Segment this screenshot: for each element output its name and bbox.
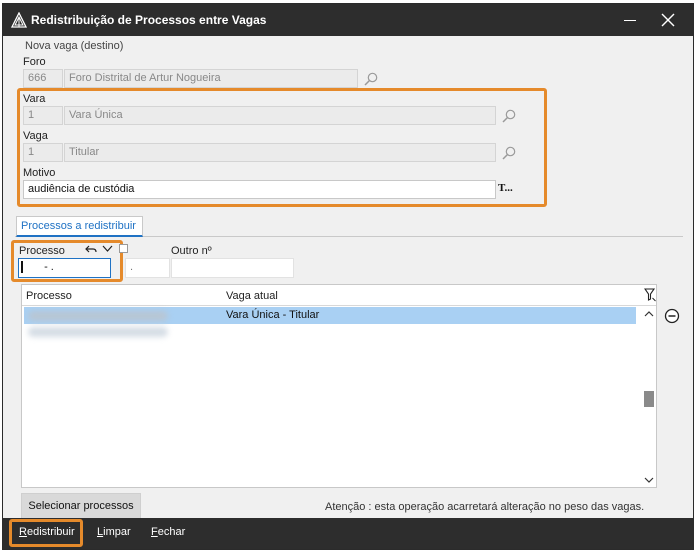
minimize-button[interactable] xyxy=(615,8,645,32)
foro-code-field[interactable]: 666 xyxy=(23,69,63,88)
limpar-button[interactable]: Limpar xyxy=(97,526,131,538)
remove-row-icon[interactable] xyxy=(664,308,680,324)
vara-label: Vara xyxy=(23,93,46,105)
window-title: Redistribuição de Processos entre Vagas xyxy=(31,13,267,27)
scroll-up-arrow-icon[interactable] xyxy=(644,310,654,318)
processo-input[interactable]: - . xyxy=(18,258,111,278)
processos-grid: Processo Vaga atual Vara Única - Titular xyxy=(21,284,657,488)
vara-search-icon[interactable] xyxy=(501,108,517,124)
motivo-input[interactable]: audiência de custódia xyxy=(23,180,496,199)
outro-numero-label: Outro nº xyxy=(171,245,212,257)
filter-icon[interactable] xyxy=(644,288,656,302)
processo-mask: - . xyxy=(44,261,54,273)
text-editor-button[interactable]: T... xyxy=(498,182,520,198)
tab-processos-a-redistribuir[interactable]: Processos a redistribuir xyxy=(16,216,143,237)
footer-bar: Redistribuir Limpar Fechar xyxy=(3,518,693,549)
dialog-window: Redistribuição de Processos entre Vagas … xyxy=(2,3,694,550)
processo-label: Processo xyxy=(19,245,65,257)
close-icon xyxy=(661,13,675,27)
vaga-search-icon[interactable] xyxy=(501,145,517,161)
vaga-name-field: Titular xyxy=(64,143,496,162)
foro-label: Foro xyxy=(23,56,46,68)
vaga-code-field[interactable]: 1 xyxy=(23,143,63,162)
app-logo-icon xyxy=(11,12,27,28)
motivo-label: Motivo xyxy=(23,167,56,179)
vaga-label: Vaga xyxy=(23,130,48,142)
redacted-text xyxy=(28,327,168,337)
grid-header-divider xyxy=(22,305,656,306)
row-vaga-atual: Vara Única - Titular xyxy=(226,309,320,321)
table-row[interactable]: Vara Única - Titular xyxy=(24,307,636,324)
redacted-process-number xyxy=(28,311,168,321)
vara-name-field: Vara Única xyxy=(64,106,496,125)
processo-foro-field[interactable]: . xyxy=(125,258,170,278)
selecionar-processos-button[interactable]: Selecionar processos xyxy=(21,493,141,520)
scroll-down-arrow-icon[interactable] xyxy=(644,476,654,484)
title-bar: Redistribuição de Processos entre Vagas xyxy=(3,4,693,36)
outro-numero-input[interactable] xyxy=(171,258,294,278)
foro-search-icon[interactable] xyxy=(363,71,379,87)
vara-code-field[interactable]: 1 xyxy=(23,106,63,125)
warning-text: Atenção : esta operação acarretará alter… xyxy=(325,501,645,513)
column-header-processo[interactable]: Processo xyxy=(26,290,72,302)
column-header-vaga-atual[interactable]: Vaga atual xyxy=(226,290,278,302)
undo-icon[interactable] xyxy=(85,243,97,255)
chevron-down-icon[interactable] xyxy=(102,244,113,253)
foro-name-field: Foro Distrital de Artur Nogueira xyxy=(64,69,358,88)
group-title: Nova vaga (destino) xyxy=(25,40,124,52)
close-button[interactable] xyxy=(653,8,683,32)
fechar-button[interactable]: Fechar xyxy=(151,526,185,538)
text-cursor xyxy=(21,261,23,274)
scrollbar-thumb[interactable] xyxy=(644,391,654,407)
outro-numero-checkbox[interactable] xyxy=(119,244,128,253)
redistribuir-button[interactable]: Redistribuir xyxy=(19,526,75,538)
